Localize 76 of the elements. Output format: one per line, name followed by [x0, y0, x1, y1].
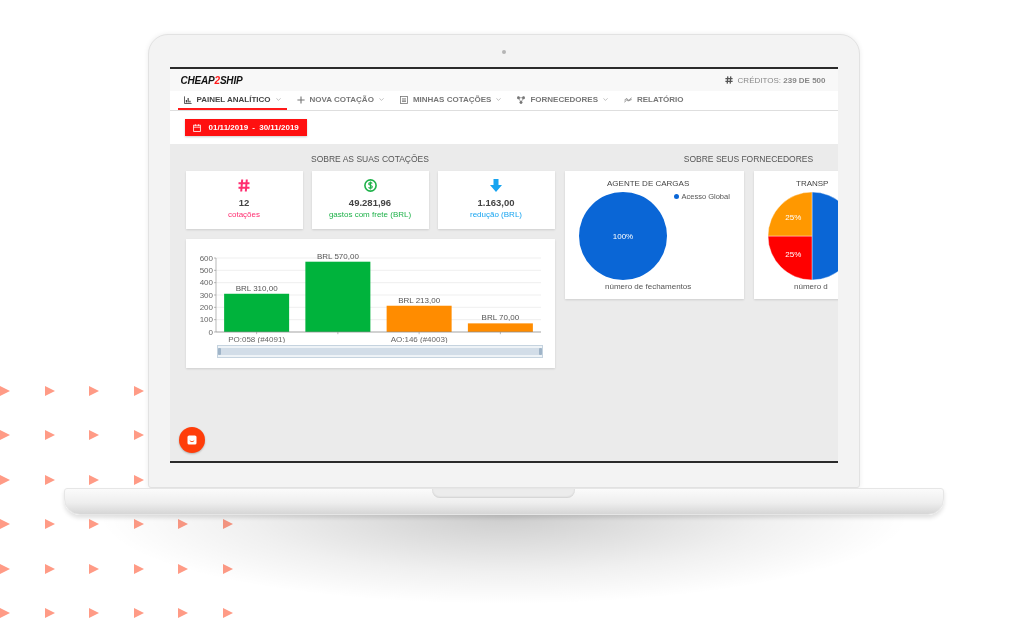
stat-label: cotações — [228, 210, 260, 219]
value-label: BRL 213,00 — [397, 295, 440, 305]
category-label: AO:146 (#4003) — [390, 334, 448, 343]
chat-button[interactable] — [178, 427, 205, 453]
percent-label: 25% — [784, 213, 801, 223]
chart-caption: número d — [794, 282, 829, 291]
nav-tab[interactable]: RELATÓRIO — [617, 91, 690, 110]
triangle-icon — [0, 607, 10, 618]
triangle-icon — [89, 386, 100, 396]
category-label: PO:058 (#4091) — [227, 334, 285, 343]
chart-title: AGENTE DE CARGAS — [607, 179, 691, 188]
section-title: SOBRE SEUS FORNECEDORES — [682, 154, 815, 164]
plus-icon — [296, 95, 305, 104]
axis-tick-label: 600 — [199, 253, 213, 263]
stat-label: gastos com frete (BRL) — [328, 210, 412, 219]
axis-tick-label: 200 — [199, 303, 213, 313]
axis-tick-label: 400 — [199, 278, 213, 288]
slider-handle-icon[interactable] — [538, 348, 542, 355]
triangle-icon — [89, 519, 100, 530]
triangle-icon — [44, 386, 55, 396]
triangle-icon — [89, 607, 100, 618]
stat-label: redução (BRL) — [470, 210, 522, 219]
chart-caption: número de fechamentos — [605, 282, 693, 291]
date-range-button[interactable]: 01/11/2019 - 30/11/2019 — [184, 119, 307, 136]
triangle-icon — [222, 607, 233, 618]
triangle-icon — [178, 563, 189, 574]
triangle-icon — [133, 519, 144, 530]
axis-tick-label: 500 — [199, 266, 213, 276]
triangle-icon — [133, 430, 144, 441]
section-title: SOBRE AS SUAS COTAÇÕES — [310, 154, 430, 164]
triangle-icon — [178, 519, 189, 530]
stat-value: 1.163,00 — [477, 197, 515, 208]
triangle-icon — [44, 474, 55, 485]
brand-logo: CHEAP2SHIP — [180, 74, 243, 86]
triangle-icon — [0, 474, 10, 485]
triangle-icon — [0, 519, 10, 530]
list-box-icon — [399, 95, 408, 104]
triangle-icon — [0, 386, 10, 396]
triangle-icon — [89, 563, 100, 574]
percent-label: 25% — [784, 250, 801, 260]
bar-chart-icon — [183, 95, 192, 104]
chart-title: TRANSP — [796, 179, 830, 188]
network-icon — [517, 95, 526, 104]
nav-tab[interactable]: MINHAS COTAÇÕES — [393, 91, 508, 110]
triangle-icon — [133, 563, 144, 574]
triangle-icon — [44, 563, 55, 574]
credits-text: CRÉDITOS: 239 DE 500 — [737, 75, 826, 85]
nav-tab[interactable]: NOVA COTAÇÃO — [290, 91, 390, 110]
triangle-icon — [44, 430, 55, 441]
triangle-icon — [44, 519, 55, 530]
slider-handle-icon[interactable] — [217, 348, 221, 355]
trend-line-icon — [623, 95, 632, 104]
percent-label: 100% — [612, 231, 633, 241]
stat-value: 49.281,96 — [348, 197, 392, 208]
triangle-icon — [133, 474, 144, 485]
axis-tick-label: 0 — [208, 327, 213, 337]
hash-icon — [724, 76, 733, 84]
triangle-icon — [0, 430, 10, 441]
value-label: BRL 70,00 — [481, 313, 519, 323]
value-label: BRL 310,00 — [235, 283, 278, 293]
calendar-icon — [192, 123, 201, 132]
axis-tick-label: 300 — [199, 290, 213, 300]
triangle-icon — [222, 519, 233, 530]
value-label: BRL 570,00 — [316, 251, 359, 261]
triangle-icon — [178, 607, 189, 618]
stat-value: 12 — [238, 197, 250, 208]
triangle-icon — [44, 607, 55, 618]
triangle-icon — [133, 607, 144, 618]
triangle-icon — [0, 563, 10, 574]
triangle-icon — [89, 430, 100, 441]
triangle-icon — [89, 474, 100, 485]
nav-tab[interactable]: FORNECEDORES — [511, 91, 614, 110]
triangle-icon — [222, 563, 233, 574]
triangle-icon — [133, 386, 144, 396]
chat-icon — [186, 435, 197, 445]
axis-tick-label: 100 — [199, 315, 213, 325]
